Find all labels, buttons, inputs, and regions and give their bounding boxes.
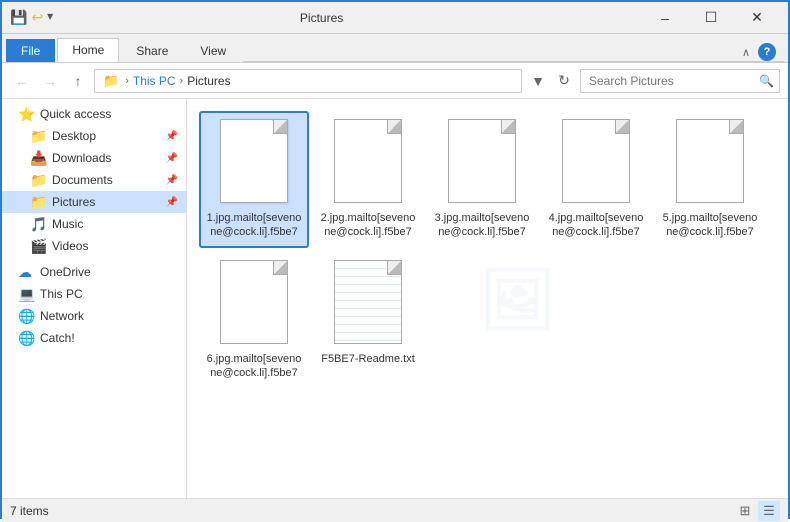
file-icon-6 [218, 260, 290, 348]
main-layout: ⭐ Quick access 📁 Desktop 📌 📥 Downloads 📌… [2, 99, 788, 498]
pin-icon-desktop: 📌 [166, 131, 178, 142]
back-button[interactable]: ← [10, 69, 34, 93]
sidebar-label-pictures: Pictures [52, 195, 162, 209]
file-name-3: 3.jpg.mailto[sevenone@cock.li].f5be7 [433, 211, 531, 240]
folder-icon: 📁 [103, 73, 119, 89]
breadcrumb: 📁 › This PC › Pictures [103, 73, 231, 89]
tab-file[interactable]: File [6, 39, 55, 62]
search-icon: 🔍 [759, 74, 774, 88]
address-controls: ▼ ↻ [526, 69, 576, 93]
pin-icon-documents: 📌 [166, 175, 178, 186]
desktop-icon: 📁 [30, 128, 48, 145]
catch-icon: 🌐 [18, 330, 36, 347]
large-icons-view-button[interactable]: ⊞ [734, 501, 756, 521]
sidebar-label-music: Music [52, 217, 178, 231]
file-icon-4 [560, 119, 632, 207]
view-toggle: ⊞ ☰ [734, 501, 780, 521]
file-icon-1 [218, 119, 290, 207]
tab-view[interactable]: View [185, 39, 241, 62]
path-thispc[interactable]: This PC [133, 74, 176, 88]
sidebar-label-catch: Catch! [40, 331, 178, 345]
sidebar-item-onedrive[interactable]: ☁ OneDrive [2, 261, 186, 283]
sidebar-label-network: Network [40, 309, 178, 323]
title-bar: 💾 ↩ ▾ Pictures – ☐ ✕ [2, 2, 788, 34]
files-grid: 1.jpg.mailto[sevenone@cock.li].f5be7 2.j… [195, 107, 780, 392]
file-icon-3 [446, 119, 518, 207]
file-name-5: 5.jpg.mailto[sevenone@cock.li].f5be7 [661, 211, 759, 240]
title-bar-controls: – ☐ ✕ [642, 2, 780, 34]
documents-icon: 📁 [30, 172, 48, 189]
tab-home[interactable]: Home [57, 38, 119, 62]
thispc-icon: 💻 [18, 286, 36, 303]
file-name-6: 6.jpg.mailto[sevenone@cock.li].f5be7 [205, 352, 303, 381]
minimize-button[interactable]: – [642, 2, 688, 34]
sidebar: ⭐ Quick access 📁 Desktop 📌 📥 Downloads 📌… [2, 99, 187, 498]
file-item-1[interactable]: 1.jpg.mailto[sevenone@cock.li].f5be7 [199, 111, 309, 248]
up-button[interactable]: ↑ [66, 69, 90, 93]
file-icon-7 [332, 260, 404, 348]
music-icon: 🎵 [30, 216, 48, 233]
file-item-4[interactable]: 4.jpg.mailto[sevenone@cock.li].f5be7 [541, 111, 651, 248]
file-name-1: 1.jpg.mailto[sevenone@cock.li].f5be7 [205, 211, 303, 240]
path-pictures[interactable]: Pictures [187, 74, 230, 88]
sidebar-item-videos[interactable]: 🎬 Videos [2, 235, 186, 257]
sidebar-item-desktop[interactable]: 📁 Desktop 📌 [2, 125, 186, 147]
sidebar-label-documents: Documents [52, 173, 162, 187]
window-title: Pictures [1, 11, 642, 25]
refresh-button[interactable]: ↻ [552, 69, 576, 93]
file-item-3[interactable]: 3.jpg.mailto[sevenone@cock.li].f5be7 [427, 111, 537, 248]
search-box-wrap: 🔍 [580, 69, 780, 93]
sidebar-label-onedrive: OneDrive [40, 265, 178, 279]
address-path: 📁 › This PC › Pictures [94, 69, 522, 93]
sidebar-item-downloads[interactable]: 📥 Downloads 📌 [2, 147, 186, 169]
file-item-6[interactable]: 6.jpg.mailto[sevenone@cock.li].f5be7 [199, 252, 309, 389]
file-name-4: 4.jpg.mailto[sevenone@cock.li].f5be7 [547, 211, 645, 240]
sidebar-item-pictures[interactable]: 📁 Pictures 📌 [2, 191, 186, 213]
sidebar-item-network[interactable]: 🌐 Network [2, 305, 186, 327]
status-bar: 7 items ⊞ ☰ [2, 498, 788, 522]
sidebar-label-desktop: Desktop [52, 129, 162, 143]
sidebar-item-documents[interactable]: 📁 Documents 📌 [2, 169, 186, 191]
sidebar-label-thispc: This PC [40, 287, 178, 301]
pictures-icon: 📁 [30, 194, 48, 211]
file-name-7: F5BE7-Readme.txt [321, 352, 415, 366]
ribbon-tabs: File Home Share View ∧ ? [2, 34, 788, 62]
quick-access-icon: ⭐ [18, 106, 36, 123]
file-item-7[interactable]: F5BE7-Readme.txt [313, 252, 423, 389]
file-item-2[interactable]: 2.jpg.mailto[sevenone@cock.li].f5be7 [313, 111, 423, 248]
sidebar-item-thispc[interactable]: 💻 This PC [2, 283, 186, 305]
file-icon-5 [674, 119, 746, 207]
videos-icon: 🎬 [30, 238, 48, 255]
onedrive-icon: ☁ [18, 264, 36, 281]
file-icon-2 [332, 119, 404, 207]
ribbon: File Home Share View ∧ ? [2, 34, 788, 63]
address-bar: ← → ↑ 📁 › This PC › Pictures ▼ ↻ 🔍 [2, 63, 788, 99]
sidebar-label-quick-access: Quick access [40, 107, 178, 121]
list-view-button[interactable]: ☰ [758, 501, 780, 521]
tab-share[interactable]: Share [121, 39, 183, 62]
dropdown-path-button[interactable]: ▼ [526, 69, 550, 93]
close-button[interactable]: ✕ [734, 2, 780, 34]
sidebar-label-downloads: Downloads [52, 151, 162, 165]
ribbon-collapse-icon[interactable]: ∧ [742, 46, 750, 59]
maximize-button[interactable]: ☐ [688, 2, 734, 34]
search-input[interactable] [580, 69, 780, 93]
network-icon: 🌐 [18, 308, 36, 325]
sidebar-label-videos: Videos [52, 239, 178, 253]
pin-icon-pictures: 📌 [166, 197, 178, 208]
downloads-icon: 📥 [30, 150, 48, 167]
file-item-5[interactable]: 5.jpg.mailto[sevenone@cock.li].f5be7 [655, 111, 765, 248]
pin-icon-downloads: 📌 [166, 153, 178, 164]
file-name-2: 2.jpg.mailto[sevenone@cock.li].f5be7 [319, 211, 417, 240]
sidebar-item-quick-access[interactable]: ⭐ Quick access [2, 103, 186, 125]
forward-button[interactable]: → [38, 69, 62, 93]
item-count: 7 items [10, 504, 49, 518]
help-button[interactable]: ? [758, 43, 776, 61]
sidebar-item-music[interactable]: 🎵 Music [2, 213, 186, 235]
content-area: 🖼 1.jpg.mailto[sevenone@cock.li].f5be7 [187, 99, 788, 498]
sidebar-item-catch[interactable]: 🌐 Catch! [2, 327, 186, 349]
